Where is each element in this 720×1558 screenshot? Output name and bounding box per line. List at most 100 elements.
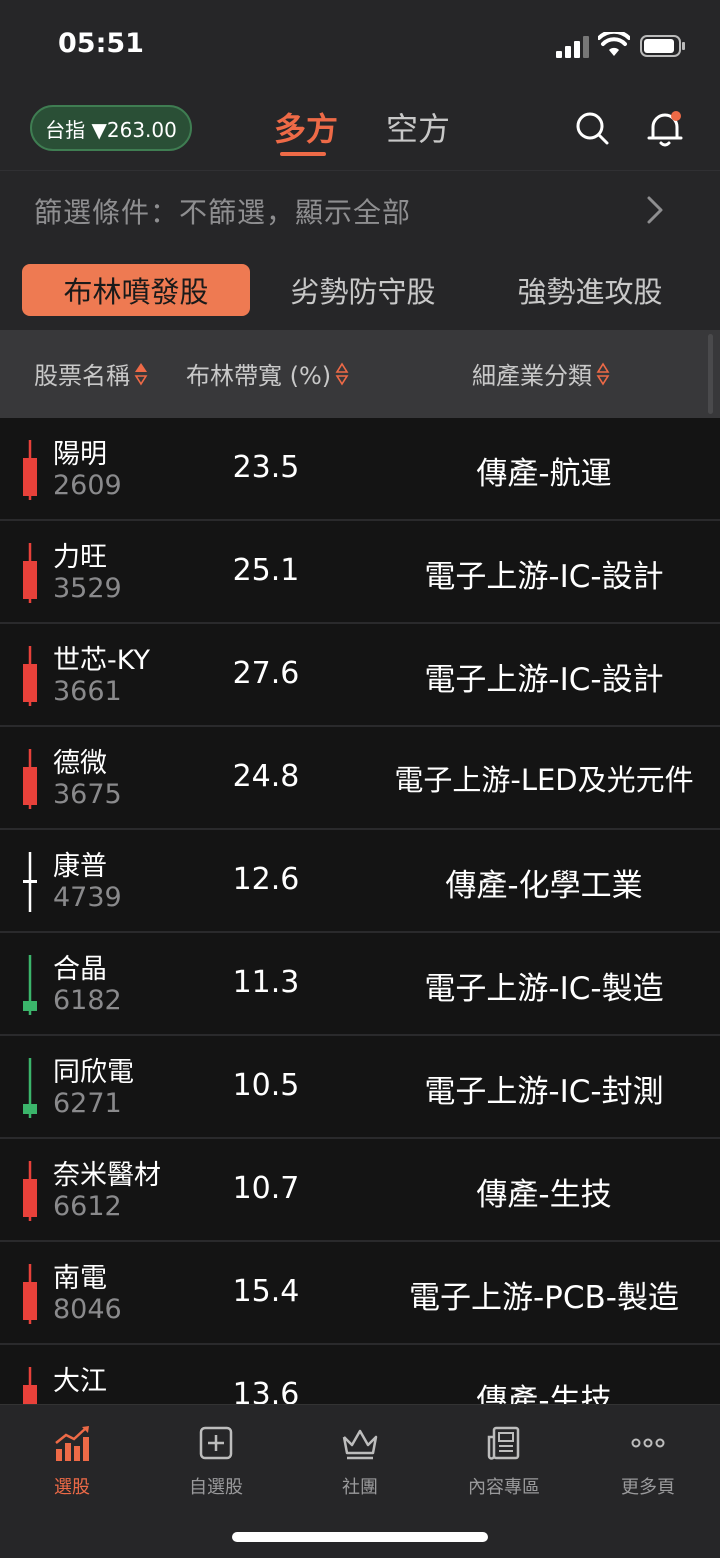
tab-label: 選股	[54, 1477, 90, 1498]
table-row[interactable]: 合晶 6182 11.3 電子上游-IC-製造	[0, 933, 720, 1036]
chevron-right-icon	[647, 196, 663, 224]
table-row[interactable]: 同欣電 6271 10.5 電子上游-IC-封測	[0, 1036, 720, 1139]
industry-label: 電子上游-IC-封測	[424, 1074, 664, 1110]
notification-dot	[671, 111, 681, 121]
tab-label: 更多頁	[621, 1477, 675, 1498]
stock-name: 南電	[53, 1263, 107, 1294]
stock-picker-icon	[55, 1426, 89, 1461]
tab-label: 內容專區	[468, 1477, 540, 1498]
home-indicator[interactable]	[232, 1532, 488, 1542]
candlestick-icon	[23, 543, 37, 603]
table-row[interactable]: 世芯-KY 3661 27.6 電子上游-IC-設計	[0, 624, 720, 727]
candlestick-icon	[23, 852, 37, 912]
stock-code: 6271	[53, 1088, 122, 1119]
bandwidth-value: 11.3	[232, 965, 300, 1000]
bandwidth-value: 12.6	[232, 862, 300, 897]
bandwidth-value: 23.5	[232, 450, 300, 485]
table-row[interactable]: 康普 4739 12.6 傳產-化學工業	[0, 830, 720, 933]
stock-name: 力旺	[53, 542, 107, 573]
index-ticker-pill[interactable]: 台指 ▼263.00	[30, 105, 192, 151]
candlestick-icon	[23, 1367, 37, 1404]
industry-label: 電子上游-IC-設計	[424, 559, 664, 595]
status-bar: 05:51	[0, 0, 720, 90]
status-time: 05:51	[58, 28, 144, 59]
candlestick-icon	[23, 440, 37, 500]
bandwidth-value: 25.1	[232, 553, 300, 588]
candlestick-icon	[23, 1161, 37, 1221]
stock-code: 3661	[53, 676, 122, 707]
tab-community[interactable]: 社團	[300, 1423, 420, 1499]
stock-code: 3675	[53, 779, 122, 810]
column-bandwidth[interactable]: 布林帶寬 (%)	[186, 356, 349, 391]
stock-name: 康普	[53, 851, 107, 882]
stock-name: 世芯-KY	[53, 645, 150, 676]
watchlist-add-icon	[199, 1426, 233, 1460]
candlestick-icon	[23, 1058, 37, 1118]
industry-label: 傳產-生技	[476, 1177, 612, 1213]
column-stock-name[interactable]: 股票名稱	[34, 356, 148, 391]
battery-icon	[640, 35, 685, 57]
stock-name: 陽明	[53, 439, 107, 470]
table-row[interactable]: 力旺 3529 25.1 電子上游-IC-設計	[0, 521, 720, 624]
stock-code: 8046	[53, 1294, 122, 1325]
stock-name: 奈米醫材	[53, 1160, 161, 1191]
bell-icon[interactable]	[646, 108, 684, 148]
industry-label: 電子上游-IC-製造	[424, 971, 664, 1007]
stock-code: 3529	[53, 573, 122, 604]
signal-icon	[556, 36, 589, 58]
stock-code: 2609	[53, 470, 122, 501]
tab-more[interactable]: 更多頁	[588, 1423, 708, 1499]
strategy-bollinger-breakout[interactable]: 布林噴發股	[22, 264, 250, 316]
bandwidth-value: 13.6	[232, 1377, 300, 1404]
strategy-aggressive[interactable]: 強勢進攻股	[476, 264, 704, 316]
search-icon[interactable]	[574, 110, 610, 146]
candlestick-icon	[23, 749, 37, 809]
stock-list: 陽明 2609 23.5 傳產-航運 力旺 3529 25.1 電子上游-IC-…	[0, 418, 720, 1404]
tab-long[interactable]: 多方	[274, 104, 338, 150]
industry-label: 電子上游-IC-設計	[424, 662, 664, 698]
column-industry[interactable]: 細產業分類	[472, 356, 610, 391]
tab-content[interactable]: 內容專區	[444, 1423, 564, 1499]
sort-icon	[134, 362, 148, 386]
tab-short[interactable]: 空方	[386, 104, 450, 150]
industry-label: 電子上游-LED及光元件	[394, 763, 694, 797]
sort-icon	[596, 361, 610, 386]
table-row[interactable]: 陽明 2609 23.5 傳產-航運	[0, 418, 720, 521]
scrollbar[interactable]	[708, 334, 713, 414]
table-row[interactable]: 南電 8046 15.4 電子上游-PCB-製造	[0, 1242, 720, 1345]
industry-label: 電子上游-PCB-製造	[409, 1280, 679, 1316]
stock-code: 6182	[53, 985, 122, 1016]
stock-name: 合晶	[53, 954, 107, 985]
stock-name: 德微	[53, 748, 107, 779]
content-news-icon	[487, 1426, 520, 1460]
tab-label: 社團	[342, 1477, 378, 1498]
candlestick-icon	[23, 646, 37, 706]
tab-stock-picker[interactable]: 選股	[12, 1423, 132, 1499]
bandwidth-value: 10.7	[232, 1171, 300, 1206]
stock-name: 大江	[53, 1366, 107, 1397]
stock-code: 6612	[53, 1191, 122, 1222]
filter-condition-text: 篩選條件：不篩選，顯示全部	[34, 196, 412, 229]
bandwidth-value: 10.5	[232, 1068, 300, 1103]
more-icon	[631, 1438, 665, 1448]
stock-name: 同欣電	[53, 1057, 134, 1088]
strategy-defensive[interactable]: 劣勢防守股	[250, 264, 476, 316]
table-row[interactable]: 大江 13.6 傳產-生技	[0, 1345, 720, 1404]
tab-watchlist[interactable]: 自選股	[156, 1423, 276, 1499]
table-row[interactable]: 奈米醫材 6612 10.7 傳產-生技	[0, 1139, 720, 1242]
column-stock-name-label: 股票名稱	[34, 362, 130, 390]
candlestick-icon	[23, 955, 37, 1015]
industry-label: 傳產-化學工業	[445, 868, 643, 904]
filter-bar[interactable]: 篩選條件：不篩選，顯示全部	[0, 170, 720, 250]
active-tab-underline	[280, 152, 326, 156]
table-row[interactable]: 德微 3675 24.8 電子上游-LED及光元件	[0, 727, 720, 830]
strategy-selector: 布林噴發股 劣勢防守股 強勢進攻股	[0, 250, 720, 330]
community-crown-icon	[342, 1429, 378, 1460]
table-header: 股票名稱 布林帶寬 (%) 細產業分類	[0, 330, 720, 418]
sort-icon	[335, 361, 349, 386]
industry-label: 傳產-航運	[476, 456, 612, 492]
column-industry-label: 細產業分類	[472, 362, 592, 390]
wifi-icon	[598, 32, 630, 56]
industry-label: 傳產-生技	[476, 1383, 612, 1404]
bandwidth-value: 27.6	[232, 656, 300, 691]
